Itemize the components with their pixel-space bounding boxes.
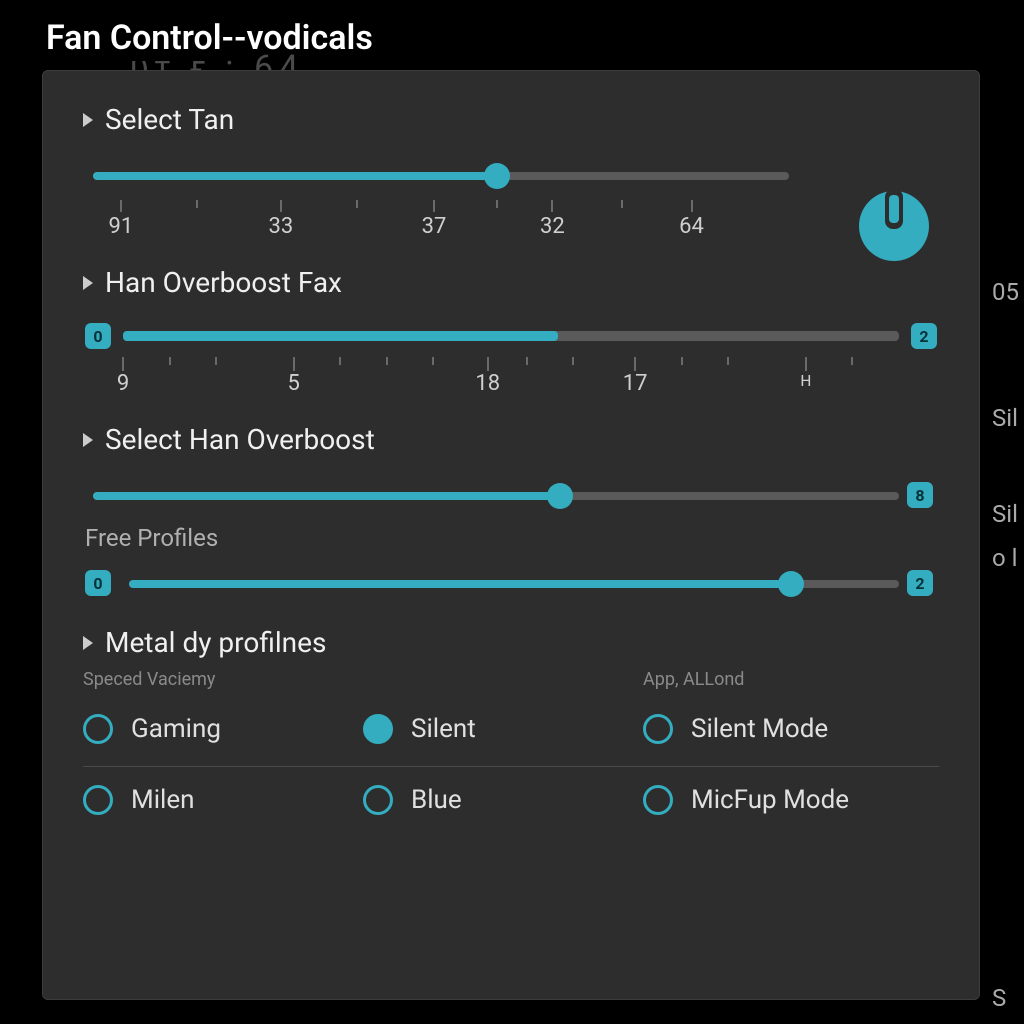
section-title: Select Han Overboost [105,423,375,456]
radio-label: Gaming [131,714,221,744]
radio-icon [83,714,113,744]
section-title: Metal dy profilnes [105,626,326,659]
radio-label: Silent Mode [691,714,828,744]
sub-section-title: Free Profiles [85,524,939,552]
radio-icon [363,785,393,815]
radio-option[interactable]: MicFup Mode [643,785,963,815]
range-max-badge: 2 [907,570,933,596]
slider-ticks: 951817ᴴ [123,357,899,397]
slider-select-tan[interactable] [93,162,789,190]
tick-label: 32 [540,214,565,239]
tick-label: 37 [422,214,447,239]
radio-label: MicFup Mode [691,785,849,815]
section-han-overboost-fax: Han Overboost Fax 0 2 9 5 18 17 ᴴ [43,266,979,397]
section-select-han-overboost: Select Han Overboost 8 Free Profiles 0 2 [43,423,979,598]
section-title: Select Tan [105,103,234,136]
chevron-right-icon[interactable] [83,113,93,127]
range-min-badge: 0 [85,570,111,596]
divider [83,766,939,767]
radio-option[interactable]: Silent Mode [643,714,963,744]
range-max-badge: 2 [911,323,937,349]
range-max-badge: 8 [907,482,933,508]
radio-icon [643,714,673,744]
column-header: Speced Vaciemy [83,669,363,690]
range-min-badge: 0 [85,323,111,349]
radio-option[interactable]: Gaming [83,714,363,744]
cropped-text: Sil [992,500,1018,528]
profiles-header-row: Speced Vaciemy App, ALLond [43,669,979,702]
slider-han-overboost-fax[interactable] [123,325,899,347]
radio-option[interactable]: Milen [83,785,363,815]
chevron-right-icon[interactable] [83,636,93,650]
tick-label: 91 [108,214,133,239]
slider-ticks: 91 33 37 32 64 [93,200,789,240]
profiles-row: Milen Blue MicFup Mode [43,785,979,815]
tick-label: ᴴ [801,371,810,397]
tick-label: 5 [288,371,300,396]
section-select-tan: Select Tan 91 33 37 32 64 [43,103,979,240]
chevron-right-icon[interactable] [83,433,93,447]
tick-label: 64 [679,214,704,239]
section-title: Han Overboost Fax [105,266,342,299]
radio-icon [643,785,673,815]
slider-free-profiles[interactable] [129,570,899,598]
chevron-right-icon[interactable] [83,276,93,290]
slider-select-han-overboost[interactable] [93,482,899,510]
column-header: App, ALLond [643,669,963,690]
cropped-text: Sil [992,404,1018,432]
profiles-row: Gaming Silent Silent Mode [43,714,979,744]
radio-option[interactable]: Silent [363,714,643,744]
radio-icon [363,714,393,744]
radio-label: Silent [411,714,476,744]
section-profiles: Metal dy profilnes [43,626,979,659]
tick-label: 17 [623,371,648,396]
power-icon[interactable] [859,191,929,261]
radio-icon [83,785,113,815]
tick-label: 9 [117,371,129,396]
main-panel: Select Tan 91 33 37 32 64 Han Overboost Fax … [42,70,980,1000]
radio-label: Blue [411,785,462,815]
tick-label: 33 [269,214,294,239]
cropped-text: S [992,984,1006,1012]
cropped-text: o l [992,544,1017,572]
cropped-text: 05 [992,278,1019,306]
radio-label: Milen [131,785,195,815]
tick-label: 18 [475,371,500,396]
radio-option[interactable]: Blue [363,785,643,815]
